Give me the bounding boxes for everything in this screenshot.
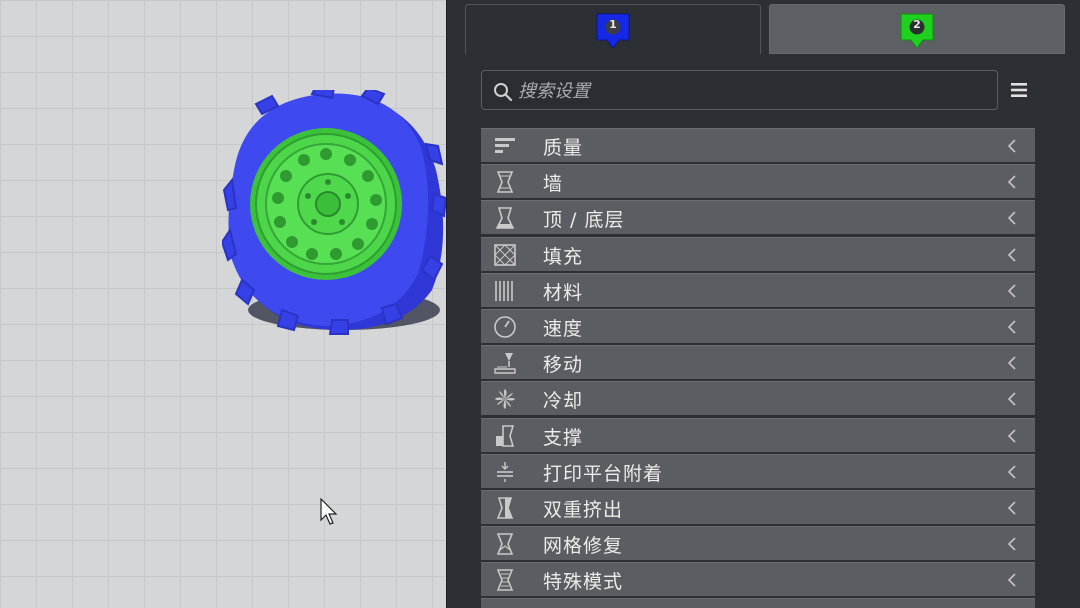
- category-label: 速度: [543, 317, 584, 340]
- category-label: 支撑: [543, 426, 584, 449]
- category-top-bottom[interactable]: 顶 / 底层: [481, 200, 1035, 235]
- adhesion-icon: [497, 461, 513, 482]
- chevron-left-icon: [1007, 392, 1016, 406]
- quality-icon: [495, 138, 515, 153]
- chevron-left-icon: [1007, 428, 1016, 443]
- chevron-left-icon: [1007, 139, 1016, 153]
- infill-icon: [494, 243, 516, 266]
- category-label: 冷却: [543, 390, 584, 413]
- category-label: 移动: [543, 354, 584, 377]
- chevron-left-icon: [1007, 465, 1016, 479]
- chevron-left-icon: [1007, 175, 1016, 189]
- category-label: 顶 / 底层: [543, 209, 625, 232]
- search-icon: [494, 83, 513, 102]
- category-support[interactable]: 支撑: [481, 417, 1035, 452]
- category-label: 特殊模式: [543, 571, 624, 594]
- category-label: 打印平台附着: [543, 462, 664, 485]
- material-icon: [495, 280, 513, 301]
- 3d-viewport[interactable]: [0, 0, 446, 608]
- category-label: 双重挤出: [543, 498, 624, 521]
- category-material[interactable]: 材料: [481, 272, 1035, 307]
- mouse-cursor: [320, 498, 338, 525]
- extruder-1-label: 1: [609, 18, 617, 31]
- chevron-left-icon: [1007, 356, 1016, 370]
- category-adhesion[interactable]: 打印平台附着: [481, 453, 1035, 488]
- walls-icon: [496, 171, 514, 193]
- extruder-2-label: 2: [913, 18, 921, 31]
- chevron-left-icon: [1007, 211, 1016, 225]
- dual-extrusion-icon: [496, 497, 514, 519]
- extruder-1-badge: 1: [595, 12, 631, 50]
- category-cooling[interactable]: 冷却: [481, 381, 1035, 416]
- category-label: 质量: [543, 137, 584, 159]
- chevron-left-icon: [1007, 537, 1016, 551]
- chevron-left-icon: [1007, 284, 1016, 298]
- settings-category-list: 质量 墙 顶 / 底层 填充 材料 速度 移动 冷却 支撑 打印平台附着 双重挤…: [481, 128, 1035, 608]
- tab-extruder-1[interactable]: 1: [465, 4, 761, 54]
- category-mesh-fixes[interactable]: 网格修复: [481, 526, 1035, 561]
- tab-extruder-2[interactable]: 2: [769, 4, 1065, 54]
- extruder-2-badge: 2: [899, 12, 935, 50]
- chevron-left-icon: [1007, 573, 1016, 587]
- print-settings-panel: 1 2 质量: [446, 0, 1080, 608]
- category-travel[interactable]: 移动: [481, 345, 1035, 380]
- category-dual-extrusion[interactable]: 双重挤出: [481, 489, 1035, 524]
- category-quality[interactable]: 质量: [481, 128, 1035, 162]
- category-speed[interactable]: 速度: [481, 308, 1035, 343]
- category-label: 网格修复: [543, 535, 624, 558]
- mesh-fix-icon: [496, 533, 514, 555]
- special-modes-icon: [496, 569, 514, 592]
- travel-icon: [494, 353, 516, 374]
- category-label: 填充: [543, 245, 584, 268]
- search-input[interactable]: [518, 77, 978, 105]
- category-label: 墙: [543, 173, 564, 196]
- category-label: 材料: [543, 281, 584, 304]
- cooling-icon: [495, 389, 515, 410]
- category-special-modes[interactable]: 特殊模式: [481, 562, 1035, 597]
- category-walls[interactable]: 墙: [481, 164, 1035, 199]
- chevron-left-icon: [1007, 247, 1016, 262]
- wheel-model[interactable]: [222, 90, 446, 340]
- category-infill[interactable]: 填充: [481, 236, 1035, 271]
- category-next-partial[interactable]: [481, 598, 1035, 608]
- chevron-left-icon: [1007, 501, 1016, 515]
- menu-icon[interactable]: [1009, 80, 1029, 100]
- speed-icon: [494, 316, 516, 338]
- support-icon: [496, 424, 515, 447]
- top-bottom-icon: [495, 207, 515, 230]
- chevron-left-icon: [1007, 320, 1016, 334]
- settings-search[interactable]: [481, 70, 998, 110]
